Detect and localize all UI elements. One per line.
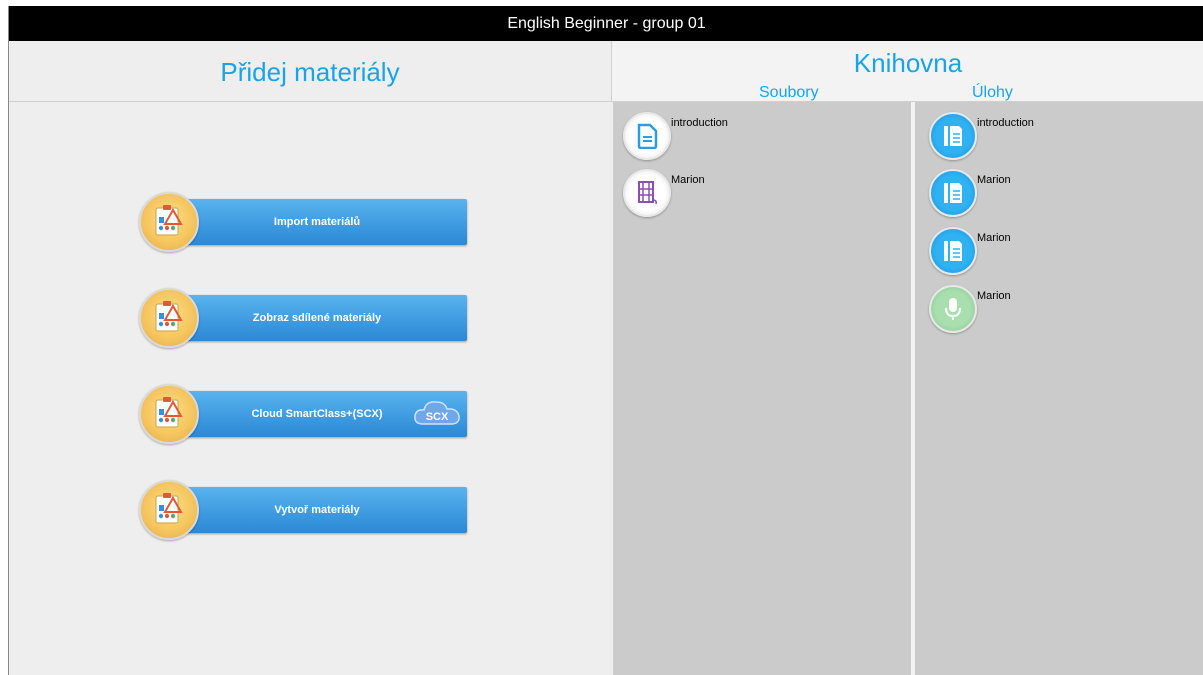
materials-icon [139, 288, 199, 348]
materials-icon [139, 192, 199, 252]
button-label: Vytvoř materiály [167, 487, 467, 533]
add-materials-panel: Import materiálů Zobraz sdílené materiál… [9, 102, 612, 675]
import-materials-button[interactable]: Import materiálů [139, 192, 469, 252]
create-materials-button[interactable]: Vytvoř materiály [139, 480, 469, 540]
cloud-smartclass-button[interactable]: Cloud SmartClass+(SCX) SCX [139, 384, 469, 444]
microphone-icon [929, 285, 977, 333]
task-name: Marion [977, 232, 1011, 244]
task-document-icon [929, 169, 977, 217]
tasks-column-header: Úlohy [972, 84, 1013, 101]
button-label: Import materiálů [167, 199, 467, 245]
task-name: introduction [977, 117, 1034, 129]
app-frame: English Beginner - group 01 Přidej mater… [8, 6, 1203, 675]
task-document-icon [929, 227, 977, 275]
scx-cloud-icon: SCX [413, 398, 461, 426]
library-title: Knihovna [853, 48, 963, 78]
button-label: Zobraz sdílené materiály [167, 295, 467, 341]
film-icon [623, 169, 671, 217]
library-header: Knihovna Soubory Úlohy [612, 41, 1203, 102]
document-icon [623, 112, 671, 160]
files-column: introduction Marion [613, 102, 911, 675]
left-panel-header: Přidej materiály [9, 41, 612, 102]
task-document-icon [929, 112, 977, 160]
task-name: Marion [977, 174, 1011, 186]
file-name: Marion [671, 174, 705, 186]
window-title: English Beginner - group 01 [9, 6, 1203, 41]
scx-badge-text: SCX [426, 411, 449, 423]
files-column-header: Soubory [759, 84, 819, 101]
add-materials-title: Přidej materiály [220, 57, 400, 87]
materials-icon [139, 384, 199, 444]
task-name: Marion [977, 290, 1011, 302]
show-shared-materials-button[interactable]: Zobraz sdílené materiály [139, 288, 469, 348]
tasks-column: introduction Marion Marion Marion [915, 102, 1203, 675]
materials-icon [139, 480, 199, 540]
file-name: introduction [671, 117, 728, 129]
